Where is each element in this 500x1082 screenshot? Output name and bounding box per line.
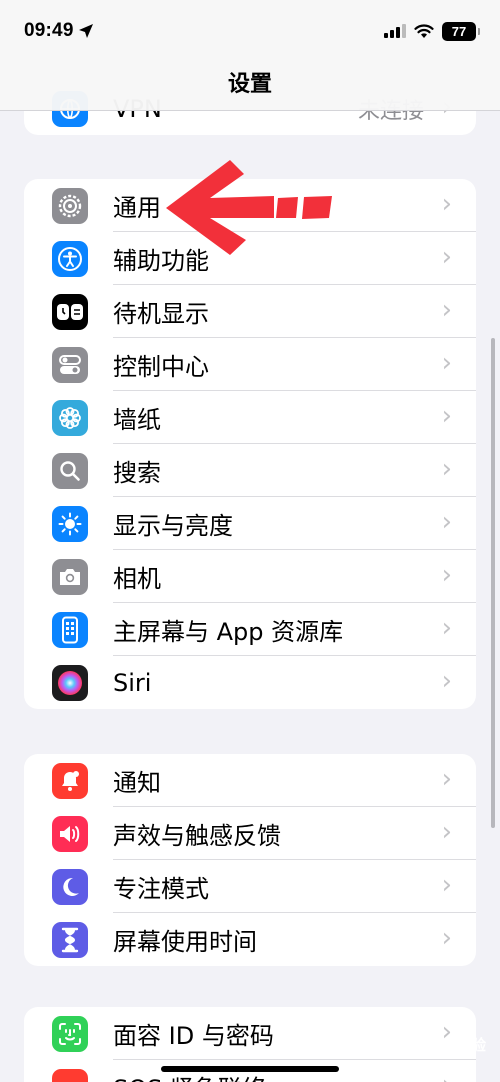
settings-row-label: 声效与触感反馈 — [113, 822, 281, 850]
wifi-icon — [414, 23, 434, 38]
settings-row-display[interactable]: 显示与亮度 › — [24, 497, 476, 550]
speaker-icon — [52, 815, 88, 852]
location-arrow-icon — [78, 24, 93, 38]
settings-row-control-center[interactable]: 控制中心 › — [24, 338, 476, 391]
settings-row-wallpaper[interactable]: 墙纸 › — [24, 391, 476, 444]
chevron-right-icon: › — [441, 613, 452, 643]
brightness-icon — [52, 505, 88, 542]
status-time-group: 09:49 — [24, 20, 94, 42]
control-center-icon — [52, 346, 88, 383]
chevron-right-icon: › — [441, 401, 452, 431]
chevron-right-icon: › — [441, 923, 452, 953]
status-bar: 09:49 77 — [0, 0, 500, 62]
home-indicator[interactable] — [161, 1066, 339, 1072]
chevron-right-icon: › — [441, 348, 452, 378]
group-notifications: 通知 › 声效与触感反馈 › 专注模式 › 屏幕使用时间 › — [24, 754, 476, 966]
accessibility-icon — [52, 240, 88, 277]
status-indicators: 77 — [384, 21, 480, 41]
chevron-right-icon: › — [441, 870, 452, 900]
notification-bell-icon — [52, 762, 88, 799]
settings-row-label: 面容 ID 与密码 — [113, 1022, 274, 1050]
chevron-right-icon: › — [442, 1070, 452, 1082]
settings-row-label: 专注模式 — [113, 875, 209, 903]
group-general: 通用 › 辅助功能 › 待机显示 › 控制中心 › 墙纸 › 搜索 › 显示与亮… — [24, 179, 476, 709]
battery-icon: 77 — [442, 21, 480, 41]
settings-row-face-id[interactable]: 面容 ID 与密码 › — [24, 1007, 476, 1060]
settings-row-focus[interactable]: 专注模式 › — [24, 860, 476, 913]
settings-row-label: 控制中心 — [113, 353, 209, 381]
watermark: Bai 经验 — [424, 1036, 486, 1054]
settings-row-label: 通用 — [113, 194, 161, 222]
chevron-right-icon: › — [441, 295, 452, 325]
page-title: 设置 — [227, 72, 272, 97]
sos-icon: SOS — [52, 1068, 88, 1082]
chevron-right-icon: › — [441, 507, 452, 537]
chevron-right-icon: › — [441, 454, 452, 484]
settings-row-label: 显示与亮度 — [113, 512, 233, 540]
search-icon — [52, 452, 88, 489]
siri-icon — [52, 664, 88, 701]
home-screen-icon — [52, 611, 88, 648]
scrollbar[interactable] — [491, 338, 495, 828]
settings-row-search[interactable]: 搜索 › — [24, 444, 476, 497]
camera-icon — [52, 558, 88, 595]
chevron-right-icon: › — [441, 666, 452, 696]
settings-row-label: 搜索 — [113, 459, 161, 487]
settings-row-notifications[interactable]: 通知 › — [24, 754, 476, 807]
settings-row-camera[interactable]: 相机 › — [24, 550, 476, 603]
settings-row-label: 通知 — [113, 769, 161, 797]
moon-icon — [52, 868, 88, 905]
settings-row-standby[interactable]: 待机显示 › — [24, 285, 476, 338]
settings-row-home-screen[interactable]: 主屏幕与 App 资源库 › — [24, 603, 476, 656]
hourglass-icon — [52, 921, 88, 958]
chevron-right-icon: › — [441, 189, 452, 219]
settings-row-screen-time[interactable]: 屏幕使用时间 › — [24, 913, 476, 966]
gear-icon — [52, 187, 88, 224]
settings-row-label: 待机显示 — [113, 300, 209, 328]
annotation-arrow-icon — [166, 160, 332, 255]
settings-row-sounds[interactable]: 声效与触感反馈 › — [24, 807, 476, 860]
settings-row-label: 屏幕使用时间 — [113, 928, 257, 956]
battery-level: 77 — [451, 23, 467, 39]
settings-row-label: 墙纸 — [113, 406, 161, 434]
settings-row-label: Siri — [113, 668, 152, 697]
chevron-right-icon: › — [441, 242, 452, 272]
chevron-right-icon: › — [441, 817, 452, 847]
wallpaper-flower-icon — [52, 399, 88, 436]
settings-row-label: 主屏幕与 App 资源库 — [113, 618, 344, 646]
chevron-right-icon: › — [441, 764, 452, 794]
face-id-icon — [52, 1015, 88, 1052]
settings-row-label: 相机 — [113, 565, 161, 593]
settings-row-siri[interactable]: Siri › — [24, 656, 476, 709]
standby-icon — [52, 293, 88, 330]
status-time: 09:49 — [24, 20, 74, 41]
chevron-right-icon: › — [441, 560, 452, 590]
cellular-signal-icon — [384, 24, 406, 38]
